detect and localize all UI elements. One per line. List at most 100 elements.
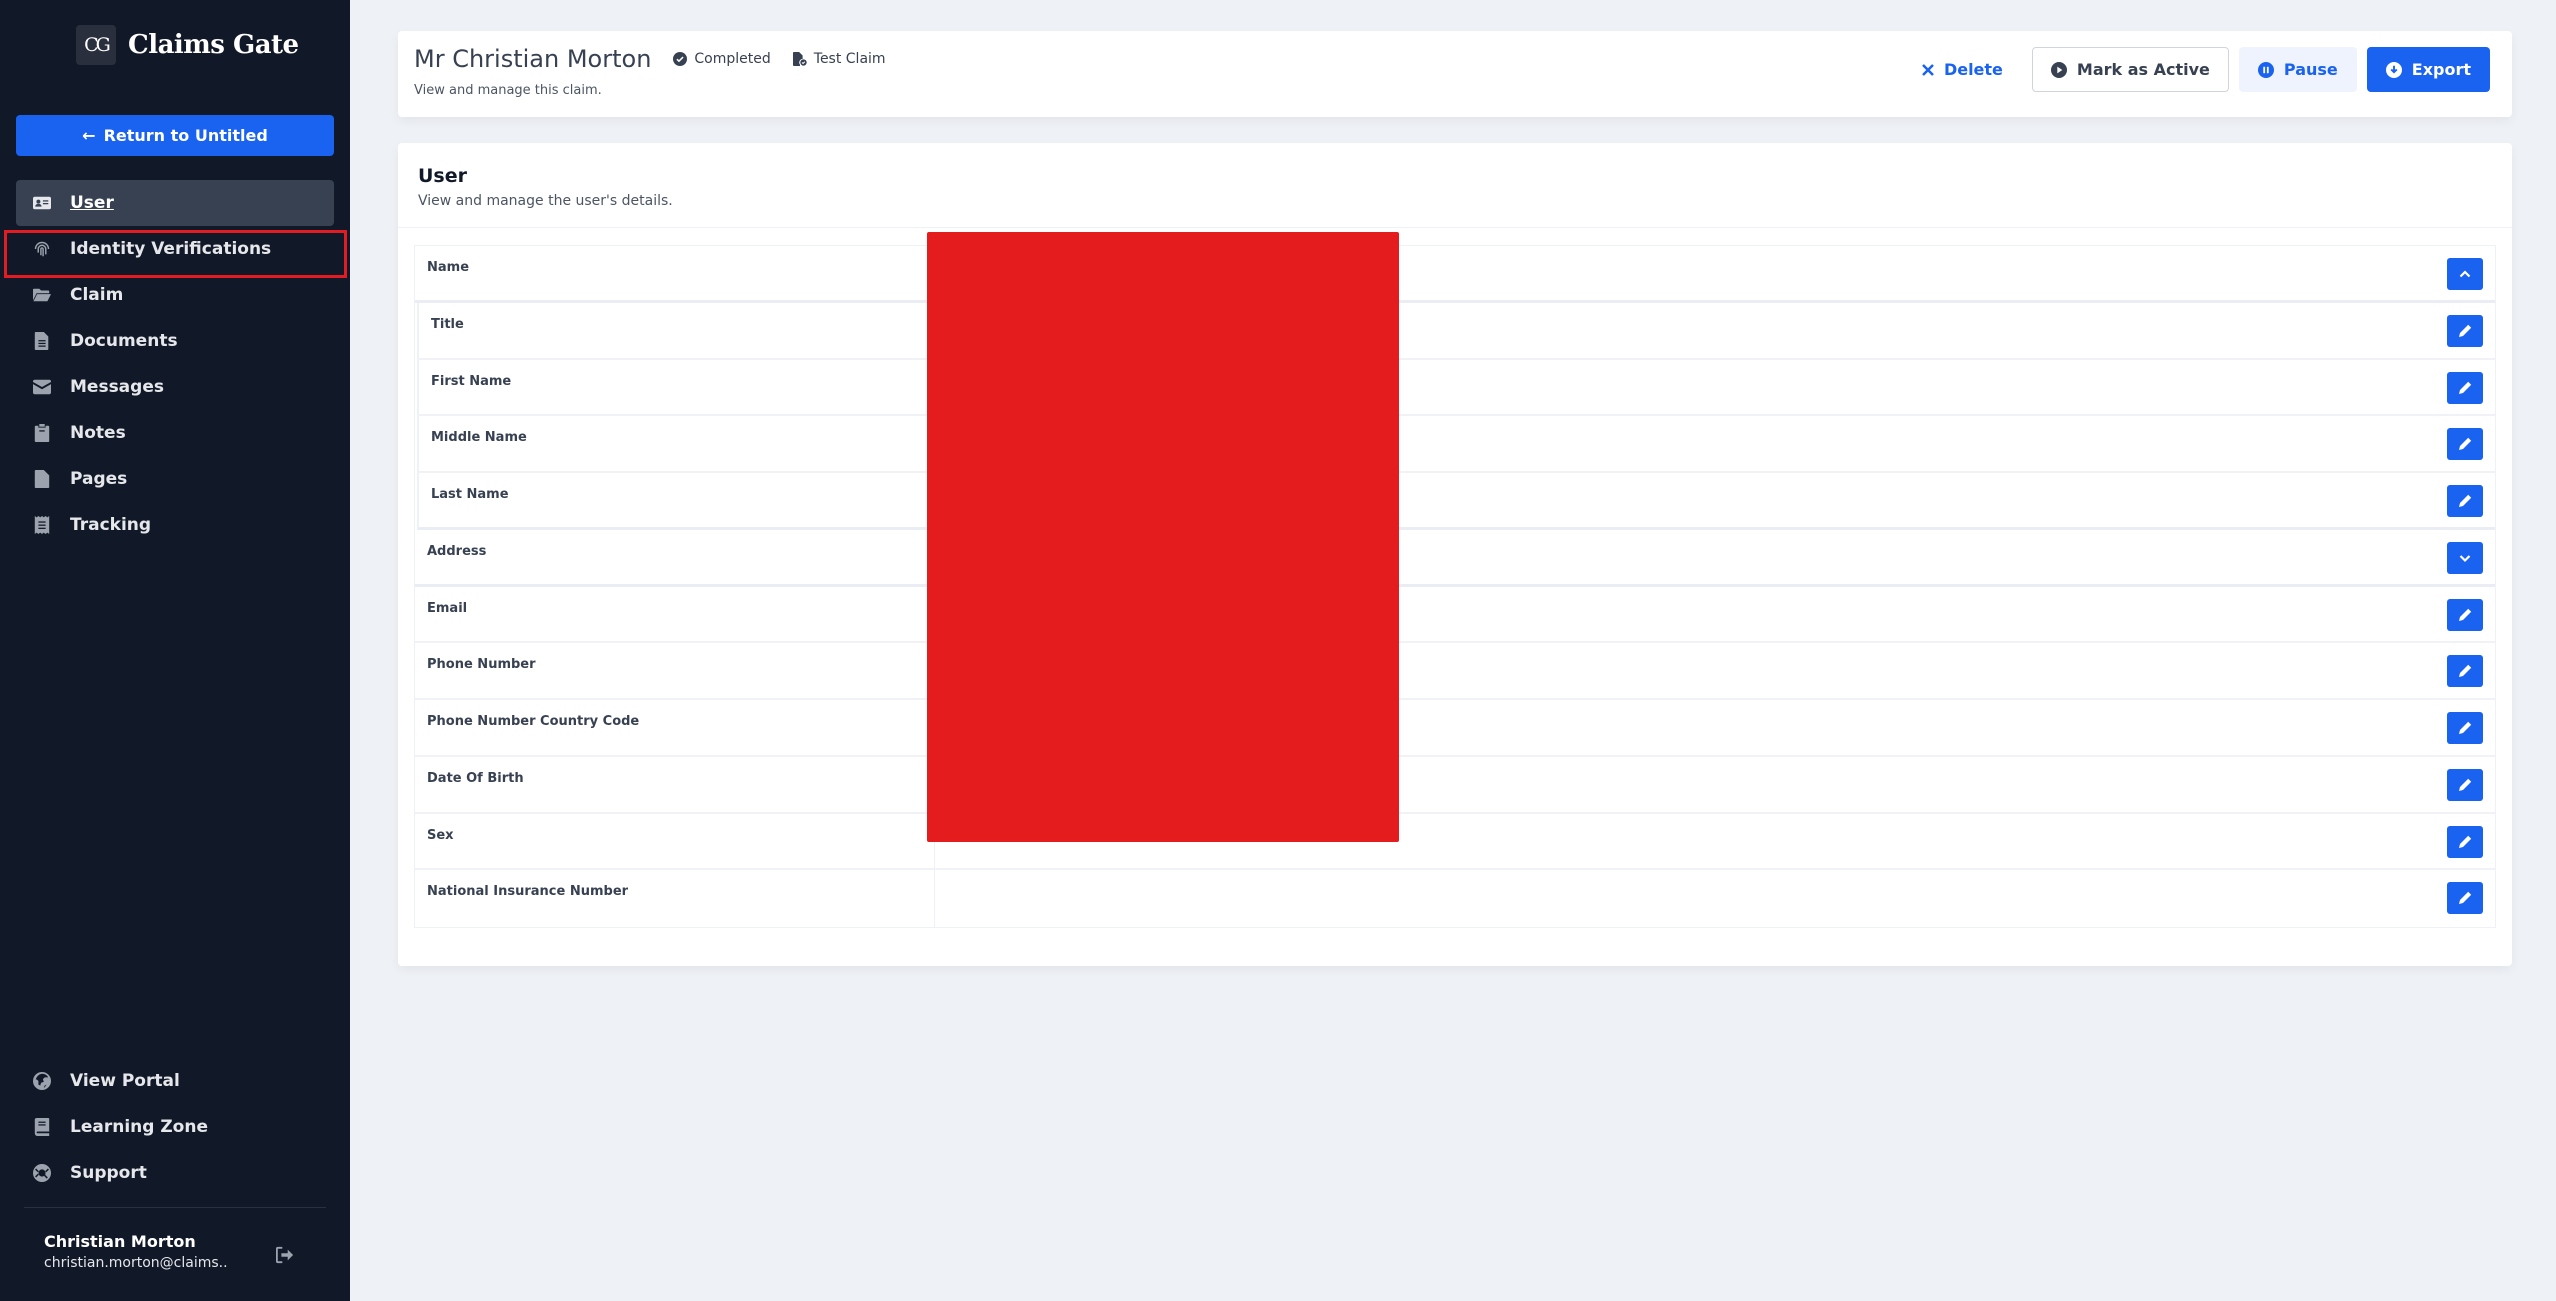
user-email: christian.morton@claims.. bbox=[44, 1255, 228, 1271]
sidebar-item-label: User bbox=[70, 193, 114, 213]
edit-first-name-button[interactable] bbox=[2447, 371, 2483, 404]
sidebar-item-notes[interactable]: Notes bbox=[16, 410, 334, 456]
field-row-first-name: First Name bbox=[417, 359, 2495, 417]
expand-address-button[interactable] bbox=[2447, 541, 2483, 574]
field-label: Address bbox=[415, 529, 935, 584]
export-button[interactable]: Export bbox=[2366, 47, 2490, 92]
envelope-icon bbox=[32, 377, 52, 397]
logo-text: Claims Gate bbox=[128, 30, 299, 60]
field-row-address: Address bbox=[415, 529, 2495, 587]
logo[interactable]: CG Claims Gate bbox=[76, 25, 299, 65]
edit-sex-button[interactable] bbox=[2447, 825, 2483, 858]
user-details-card: User View and manage the user's details.… bbox=[398, 143, 2512, 966]
sidebar-divider bbox=[24, 1207, 326, 1208]
user-name: Christian Morton bbox=[44, 1232, 196, 1251]
sidebar-item-identity-verifications[interactable]: Identity Verifications bbox=[16, 226, 334, 272]
logo-mark-icon: CG bbox=[76, 25, 116, 65]
current-user: Christian Morton christian.morton@claims… bbox=[44, 1232, 228, 1271]
edit-national-insurance-number-button[interactable] bbox=[2447, 882, 2483, 915]
check-circle-icon bbox=[673, 52, 688, 66]
field-row-name: Name bbox=[415, 246, 2495, 303]
card-header: User View and manage the user's details. bbox=[398, 143, 2512, 228]
sidebar-item-label: Support bbox=[70, 1163, 147, 1183]
delete-label: Delete bbox=[1943, 60, 2003, 79]
edit-phone-country-code-button[interactable] bbox=[2447, 712, 2483, 744]
sidebar-item-label: Tracking bbox=[70, 515, 152, 535]
sidebar-bottom-nav: View Portal Learning Zone Support bbox=[16, 1058, 334, 1196]
sidebar-nav: User Identity Verifications Claim Docume… bbox=[16, 180, 334, 548]
sidebar-item-pages[interactable]: Pages bbox=[16, 456, 334, 502]
mark-as-active-button[interactable]: Mark as Active bbox=[2031, 47, 2229, 92]
edit-phone-number-button[interactable] bbox=[2447, 655, 2483, 688]
collapse-name-button[interactable] bbox=[2447, 258, 2483, 290]
sidebar-item-view-portal[interactable]: View Portal bbox=[16, 1058, 334, 1104]
edit-middle-name-button[interactable] bbox=[2447, 428, 2483, 461]
pause-button[interactable]: Pause bbox=[2238, 47, 2357, 92]
pencil-icon bbox=[2459, 324, 2472, 337]
field-label: Middle Name bbox=[419, 416, 939, 471]
field-label: Date Of Birth bbox=[415, 756, 935, 812]
pencil-icon bbox=[2459, 835, 2472, 848]
file-check-icon bbox=[792, 52, 807, 66]
field-row-last-name: Last Name bbox=[417, 473, 2495, 530]
edit-email-button[interactable] bbox=[2447, 598, 2483, 631]
fingerprint-icon bbox=[32, 239, 52, 259]
book-icon bbox=[32, 1117, 52, 1137]
sidebar-item-label: Learning Zone bbox=[70, 1117, 208, 1137]
field-row-middle-name: Middle Name bbox=[417, 416, 2495, 473]
chevron-down-icon bbox=[2459, 554, 2471, 562]
field-label: National Insurance Number bbox=[415, 870, 935, 927]
header-actions: Delete Mark as Active Pause Export bbox=[1903, 47, 2490, 92]
pencil-icon bbox=[2459, 778, 2472, 791]
pencil-icon bbox=[2459, 438, 2472, 451]
edit-last-name-button[interactable] bbox=[2447, 485, 2483, 517]
claim-subtitle: View and manage this claim. bbox=[414, 83, 602, 98]
claim-header: Mr Christian Morton Completed Test Claim… bbox=[398, 31, 2512, 117]
field-label: Phone Number bbox=[415, 643, 935, 698]
user-fields-table: Name Title First Name Middle Name Last N… bbox=[414, 245, 2496, 928]
sidebar-item-claim[interactable]: Claim bbox=[16, 272, 334, 318]
sidebar-item-label: Documents bbox=[70, 331, 178, 351]
clipboard-icon bbox=[32, 423, 52, 443]
status-label: Completed bbox=[694, 51, 771, 67]
pencil-icon bbox=[2459, 494, 2472, 507]
pencil-icon bbox=[2459, 381, 2472, 394]
pencil-icon bbox=[2459, 892, 2472, 905]
sidebar-item-user[interactable]: User bbox=[16, 180, 334, 226]
mark-as-active-label: Mark as Active bbox=[2076, 60, 2210, 79]
chevron-up-icon bbox=[2459, 270, 2471, 278]
sidebar-item-learning-zone[interactable]: Learning Zone bbox=[16, 1104, 334, 1150]
field-label: First Name bbox=[419, 359, 939, 415]
sidebar-item-support[interactable]: Support bbox=[16, 1150, 334, 1196]
export-label: Export bbox=[2411, 60, 2471, 79]
return-to-untitled-button[interactable]: ← Return to Untitled bbox=[16, 115, 334, 156]
close-icon bbox=[1922, 63, 1934, 76]
field-label: Name bbox=[415, 246, 935, 300]
edit-title-button[interactable] bbox=[2447, 314, 2483, 347]
file-icon bbox=[32, 469, 52, 489]
field-row-phone-number: Phone Number bbox=[415, 643, 2495, 700]
card-subtitle: View and manage the user's details. bbox=[418, 193, 673, 209]
sidebar-item-label: View Portal bbox=[70, 1071, 180, 1091]
field-value bbox=[935, 870, 2495, 927]
field-row-date-of-birth: Date Of Birth bbox=[415, 756, 2495, 814]
sidebar-item-label: Notes bbox=[70, 423, 126, 443]
receipt-icon bbox=[32, 515, 52, 535]
pencil-icon bbox=[2459, 608, 2472, 621]
status-badge: Completed bbox=[673, 51, 771, 67]
sidebar-item-label: Identity Verifications bbox=[70, 239, 272, 259]
sidebar-item-tracking[interactable]: Tracking bbox=[16, 502, 334, 548]
claim-type-label: Test Claim bbox=[813, 51, 886, 67]
edit-date-of-birth-button[interactable] bbox=[2447, 768, 2483, 801]
delete-button[interactable]: Delete bbox=[1903, 47, 2022, 92]
logout-icon[interactable] bbox=[276, 1246, 296, 1266]
pause-label: Pause bbox=[2283, 60, 2338, 79]
life-ring-icon bbox=[32, 1163, 52, 1183]
sidebar-item-messages[interactable]: Messages bbox=[16, 364, 334, 410]
field-label: Sex bbox=[415, 813, 935, 869]
field-row-national-insurance-number: National Insurance Number bbox=[415, 870, 2495, 927]
claim-type-badge: Test Claim bbox=[792, 51, 886, 67]
sidebar-item-documents[interactable]: Documents bbox=[16, 318, 334, 364]
return-button-label: Return to Untitled bbox=[103, 126, 268, 145]
pencil-icon bbox=[2459, 721, 2472, 734]
